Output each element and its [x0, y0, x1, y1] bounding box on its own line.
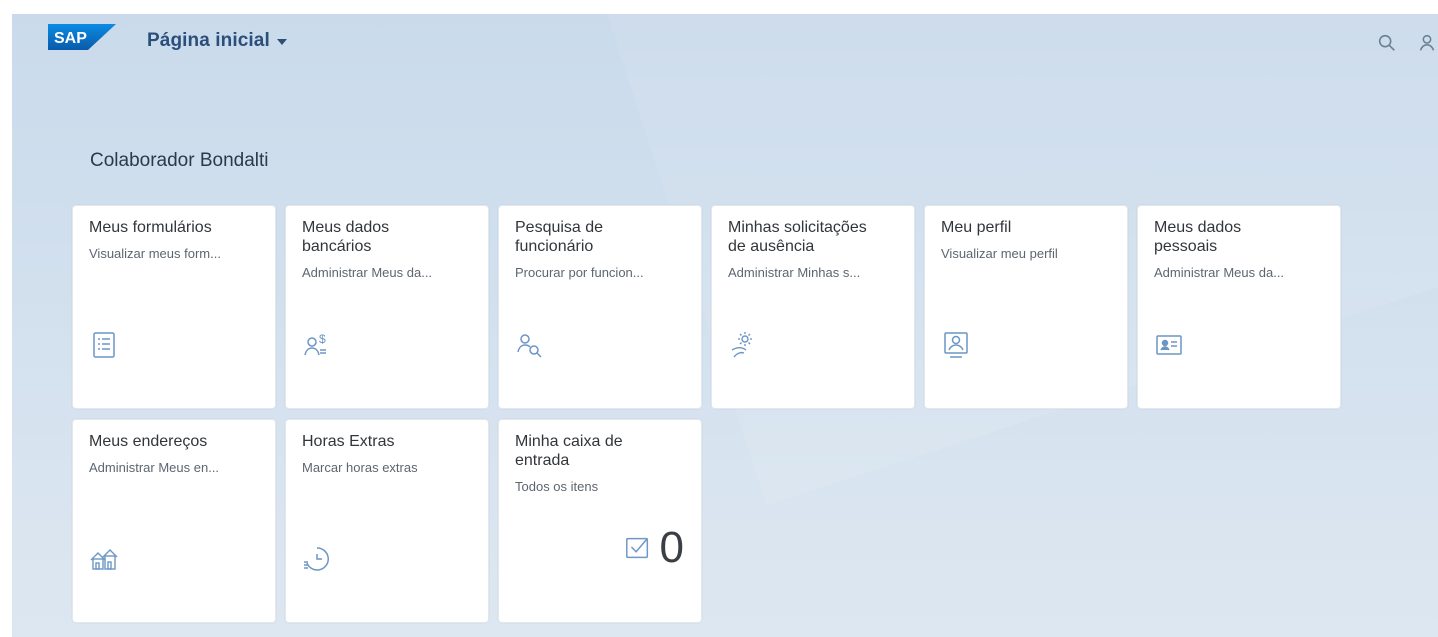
tile-minha-caixa-de-entrada[interactable]: Minha caixa de entrada Todos os itens 0 — [498, 419, 702, 623]
tile-title: Meus endereços — [89, 433, 208, 450]
tile-meus-dados-bancarios[interactable]: Meus dados bancários Administrar Meus da.… — [285, 205, 489, 409]
id-card-icon — [1154, 330, 1184, 360]
group-title: Colaborador Bondalti — [90, 150, 269, 171]
tile-meus-formularios[interactable]: Meus formulários Visualizar meus form... — [72, 205, 276, 409]
bank-user-icon: $ — [302, 330, 332, 360]
tile-meu-perfil[interactable]: Meu perfil Visualizar meu perfil — [924, 205, 1128, 409]
tile-pesquisa-de-funcionario[interactable]: Pesquisa de funcionário Procurar por func… — [498, 205, 702, 409]
tile-horas-extras[interactable]: Horas Extras Marcar horas extras — [285, 419, 489, 623]
svg-text:$: $ — [319, 332, 326, 346]
page-title: Página inicial — [147, 30, 270, 51]
tile-subtitle: Visualizar meu perfil — [941, 246, 1058, 261]
tile-subtitle: Administrar Minhas s... — [728, 265, 861, 280]
tile-title: Meu perfil — [941, 219, 1012, 236]
tile-subtitle: Visualizar meus form... — [89, 246, 221, 261]
tile-title: Meus formulários — [89, 219, 212, 236]
vacation-icon — [728, 330, 758, 360]
home-icon — [89, 544, 119, 574]
inbox-count: 0 — [624, 523, 684, 572]
tile-subtitle: Marcar horas extras — [302, 460, 418, 475]
profile-icon — [941, 330, 971, 360]
header-actions — [1376, 32, 1438, 54]
top-right-edge — [1278, 0, 1438, 14]
tile-title: Minha caixa de entrada — [515, 433, 623, 469]
chevron-down-icon — [276, 39, 287, 45]
form-icon — [89, 330, 119, 360]
home-title-menu[interactable]: Página inicial — [147, 30, 287, 52]
shell-header: SAP Página inicial — [48, 24, 1438, 58]
tile-meus-dados-pessoais[interactable]: Meus dados pessoais Administrar Meus da..… — [1137, 205, 1341, 409]
tile-title: Meus dados pessoais — [1154, 219, 1242, 255]
top-strip — [0, 0, 1438, 14]
tile-subtitle: Administrar Meus da... — [302, 265, 433, 280]
search-icon[interactable] — [1376, 32, 1398, 54]
tile-title: Pesquisa de funcionário — [515, 219, 604, 255]
tile-title: Meus dados bancários — [302, 219, 390, 255]
tile-title: Horas Extras — [302, 433, 395, 450]
inbox-check-icon — [624, 534, 652, 562]
sap-logo-mark: SAP — [48, 24, 116, 50]
tile-subtitle: Procurar por funcion... — [515, 265, 644, 280]
left-edge — [0, 0, 12, 637]
sap-logo[interactable]: SAP — [48, 24, 116, 50]
person-search-icon — [515, 330, 545, 360]
inbox-count-value: 0 — [659, 523, 684, 572]
overtime-icon — [302, 544, 332, 574]
user-icon[interactable] — [1416, 32, 1438, 54]
tile-title: Minhas solicitações de ausência — [728, 219, 867, 255]
tile-subtitle: Administrar Meus da... — [1154, 265, 1285, 280]
tile-minhas-solicitacoes-ausencia[interactable]: Minhas solicitações de ausência Administr… — [711, 205, 915, 409]
sap-logo-text: SAP — [54, 30, 87, 47]
tile-subtitle: Todos os itens — [515, 479, 599, 494]
launchpad-shell: SAP Página inicial Colaborador Bondalti — [0, 0, 1438, 637]
tile-meus-enderecos[interactable]: Meus endereços Administrar Meus en... — [72, 419, 276, 623]
tile-subtitle: Administrar Meus en... — [89, 460, 220, 475]
